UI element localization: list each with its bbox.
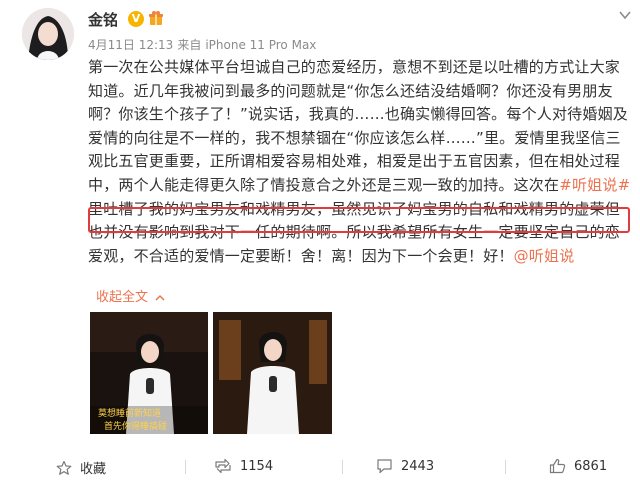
mention-link[interactable]: @听姐说 xyxy=(514,247,575,265)
repost-count: 1154 xyxy=(240,458,274,474)
comment-count: 2443 xyxy=(401,458,435,474)
image-caption-2: 首先你得睡搞碰 xyxy=(104,420,167,432)
post-image-1[interactable]: 莫想睡前新知道 首先你得睡搞碰 xyxy=(90,312,208,434)
collapse-button[interactable]: 收起全文 xyxy=(96,286,166,305)
highlight-box xyxy=(88,207,630,233)
post-image-2[interactable] xyxy=(213,312,332,434)
thumbs-up-icon xyxy=(549,458,566,474)
post-footer: 收藏 1154 2443 6861 xyxy=(0,450,640,483)
post-body: 第一次在公共媒体平台坦诚自己的恋爱经历，意想不到还是以吐槽的方式让大家知道。近几… xyxy=(88,56,632,268)
post-text-part-1: 第一次在公共媒体平台坦诚自己的恋爱经历，意想不到还是以吐槽的方式让大家知道。近几… xyxy=(88,58,628,194)
chevron-down-icon[interactable] xyxy=(618,8,632,22)
favorite-button[interactable]: 收藏 xyxy=(56,458,106,477)
verified-badge-icon: V xyxy=(128,11,144,27)
like-button[interactable]: 6861 xyxy=(549,458,607,474)
star-icon xyxy=(56,460,72,475)
collapse-label: 收起全文 xyxy=(96,290,149,305)
post-date[interactable]: 4月11日 12:13 xyxy=(88,38,173,52)
performer-image: 莫想睡前新知道 首先你得睡搞碰 xyxy=(90,312,208,434)
comment-button[interactable]: 2443 xyxy=(376,458,434,474)
performer-image xyxy=(213,312,332,434)
favorite-label: 收藏 xyxy=(80,462,107,477)
footer-divider xyxy=(505,460,506,474)
post-meta: 4月11日 12:13 来自 iPhone 11 Pro Max xyxy=(88,36,320,53)
user-name[interactable]: 金铭 xyxy=(88,9,118,30)
gift-icon[interactable] xyxy=(148,10,164,26)
chevron-up-icon xyxy=(155,294,165,301)
topic-tag[interactable]: #听姐说# xyxy=(559,176,630,194)
repost-icon xyxy=(215,458,231,474)
post-device: iPhone 11 Pro Max xyxy=(205,38,317,52)
footer-divider xyxy=(185,460,186,474)
footer-divider xyxy=(342,460,343,474)
repost-button[interactable]: 1154 xyxy=(214,458,273,474)
avatar[interactable] xyxy=(22,8,74,60)
like-count: 6861 xyxy=(574,458,608,474)
image-caption-1: 莫想睡前新知道 xyxy=(98,407,161,419)
avatar-image xyxy=(22,8,74,60)
source-prefix: 来自 xyxy=(177,38,202,52)
comment-icon xyxy=(377,459,392,474)
